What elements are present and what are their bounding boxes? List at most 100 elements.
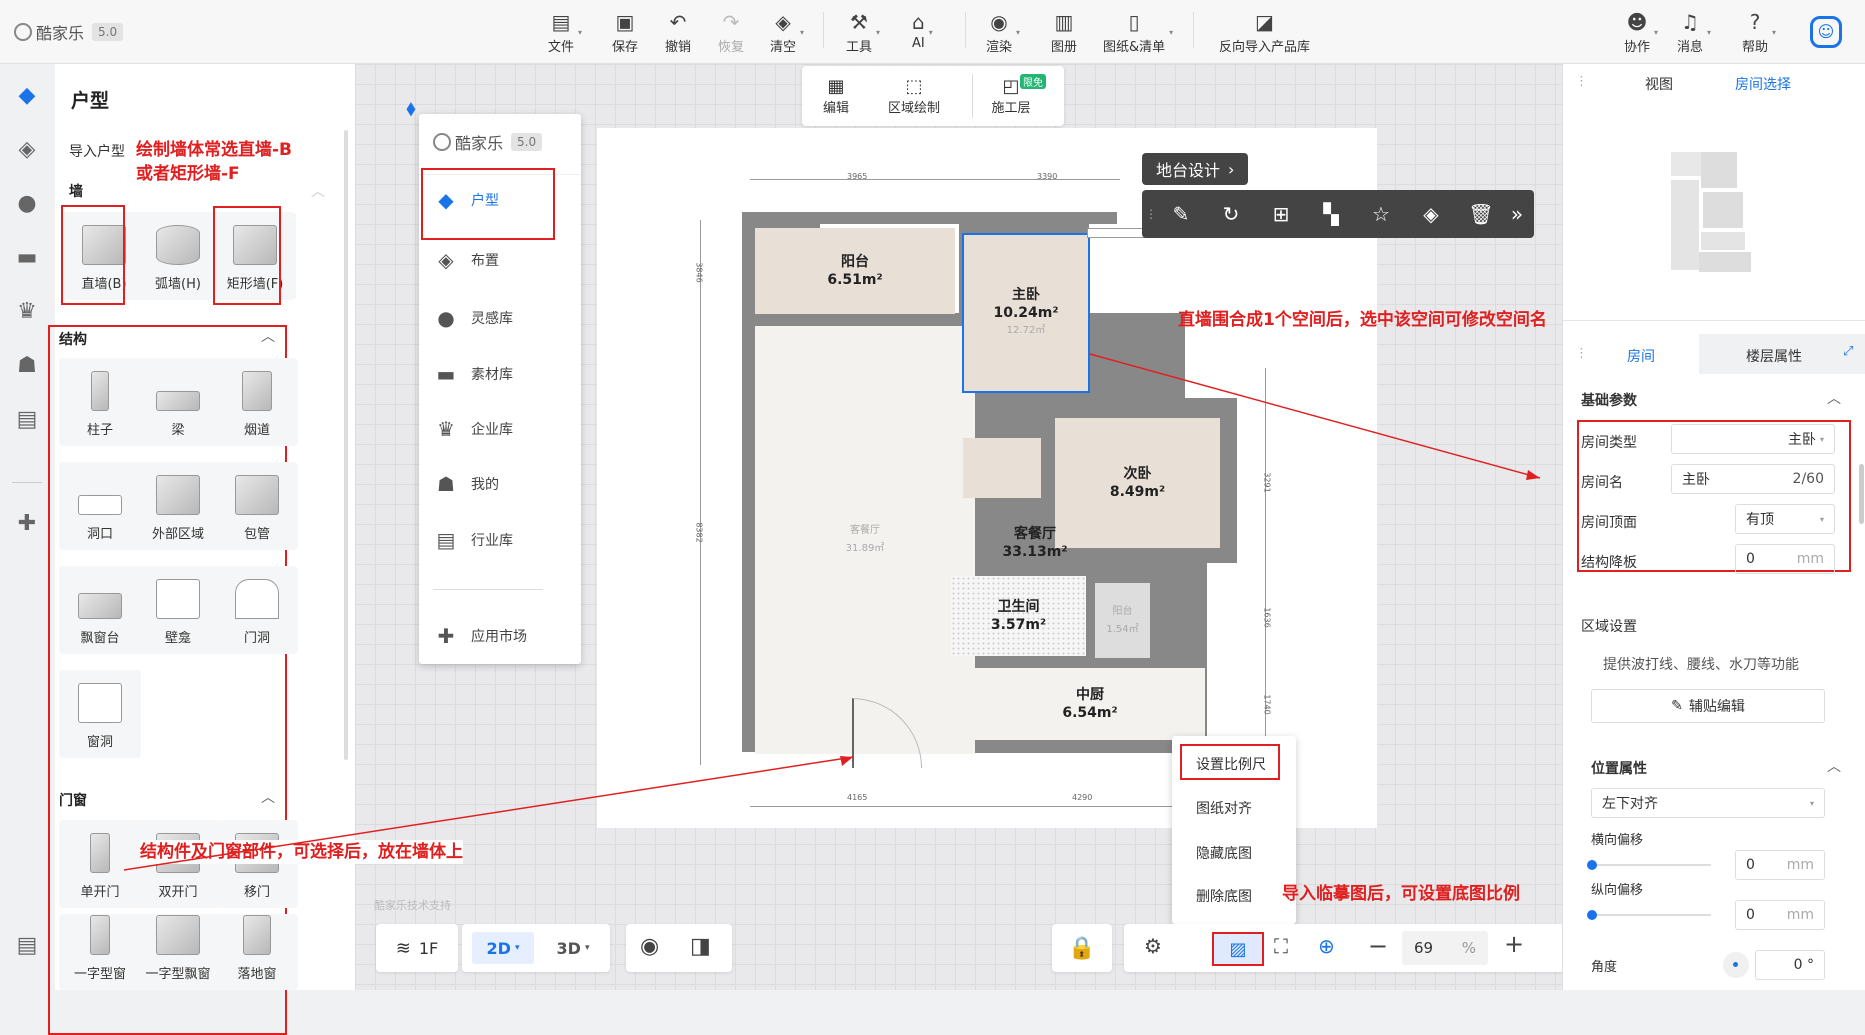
render-button[interactable]: ◉ 渲染 ▾ — [986, 8, 1020, 58]
single-window-card[interactable]: 一字型窗 — [59, 914, 141, 990]
room-balcony[interactable]: 阳台 6.51m² — [755, 228, 955, 314]
room-closet[interactable] — [963, 438, 1041, 498]
ai-button[interactable]: ⌂ AI ▾ — [912, 8, 933, 58]
delete-basemap-item[interactable]: 删除底图 — [1196, 886, 1252, 906]
popup-item-inspiration[interactable]: ● 灵感库 — [431, 298, 571, 338]
industry-rail-icon[interactable]: ▤ — [10, 402, 44, 436]
window-opening-card[interactable]: 窗洞 — [59, 670, 141, 758]
zoom-in-button[interactable]: + — [1504, 930, 1524, 958]
v-offset-input[interactable]: 0 mm — [1735, 900, 1825, 930]
undo-button[interactable]: ↶ 撤销 — [665, 8, 691, 58]
room-type-select[interactable]: 主卧 ▾ — [1671, 424, 1835, 454]
niche-card[interactable]: 壁龛 — [137, 566, 219, 654]
trash-icon[interactable]: 🗑 — [1466, 200, 1496, 228]
file-button[interactable]: ▤ 文件 ▾ — [548, 8, 582, 58]
tab-room-select[interactable]: 房间选择 — [1735, 74, 1791, 94]
chevron-up-icon[interactable]: ︿ — [311, 181, 325, 201]
hide-basemap-item[interactable]: 隐藏底图 — [1196, 843, 1252, 863]
collapse-rail-icon[interactable]: ▤ — [10, 928, 44, 962]
h-offset-input[interactable]: 0 mm — [1735, 850, 1825, 880]
chevron-up-icon[interactable]: ︿ — [1827, 756, 1841, 776]
chevron-up-icon[interactable]: ︿ — [261, 326, 275, 346]
popup-item-industry[interactable]: ▤ 行业库 — [431, 520, 571, 560]
arc-wall-card[interactable]: 弧墙(H) — [137, 212, 219, 300]
mine-rail-icon[interactable]: ☗ — [10, 348, 44, 382]
zoom-input[interactable]: 69% — [1402, 931, 1488, 965]
room-name-input[interactable]: 主卧 2/60 — [1671, 464, 1835, 494]
lock-icon[interactable]: 🔒 — [1052, 924, 1112, 972]
help-button[interactable]: ? 帮助 ▾ — [1742, 8, 1776, 58]
expand-icon[interactable]: ⤢ — [1843, 344, 1853, 359]
drawing-list-button[interactable]: ▯ 图纸&清单 ▾ — [1103, 8, 1173, 58]
shield-icon[interactable]: ☺ — [1810, 16, 1842, 48]
more-icon[interactable]: » — [1507, 200, 1527, 228]
platform-design-button[interactable]: 地台设计 › — [1142, 153, 1249, 185]
popup-item-material[interactable]: ▬ 素材库 — [431, 354, 571, 394]
align-drawing-item[interactable]: 图纸对齐 — [1196, 798, 1252, 818]
tools-button[interactable]: ⚒ 工具 ▾ — [846, 8, 880, 58]
star-icon[interactable]: ☆ — [1366, 200, 1396, 228]
collab-button[interactable]: ☻ 协作 ▾ — [1624, 8, 1658, 58]
import-floorplan-link[interactable]: 导入户型 — [69, 141, 125, 161]
inspiration-rail-icon[interactable]: ● — [10, 186, 44, 220]
bay-window-sill-card[interactable]: 飘窗台 — [59, 566, 141, 654]
door-opening-card[interactable]: 门洞 — [216, 566, 298, 654]
rotate-icon[interactable]: ↻ — [1216, 200, 1246, 228]
room-bathroom[interactable]: 卫生间 3.57m² — [951, 576, 1086, 656]
messages-button[interactable]: ♫ 消息 ▾ — [1677, 8, 1711, 58]
snap-settings-icon[interactable]: ⚙ — [1144, 934, 1162, 958]
floorplan-rail-icon[interactable]: ◆ — [10, 78, 44, 112]
pipe-card[interactable]: 包管 — [216, 462, 298, 550]
pencil-icon[interactable]: ✎ — [1166, 200, 1196, 228]
column-card[interactable]: 柱子 — [59, 358, 141, 446]
popup-item-mine[interactable]: ☗ 我的 — [431, 464, 571, 504]
room-kitchen[interactable]: 中厨 6.54m² — [975, 668, 1205, 740]
zoom-area-icon[interactable]: ⊕ — [1318, 934, 1335, 958]
paste-edit-button[interactable]: ✎ 辅贴编辑 — [1591, 689, 1825, 723]
mode-2d-button[interactable]: 2D ▾ — [472, 932, 534, 964]
album-button[interactable]: ▥ 图册 — [1051, 8, 1077, 58]
basemap-image-icon[interactable]: ▨ — [1212, 932, 1264, 966]
chevron-up-icon[interactable]: ︿ — [1827, 388, 1841, 408]
layout-rail-icon[interactable]: ◈ — [10, 132, 44, 166]
align-select[interactable]: 左下对齐 ▾ — [1591, 788, 1825, 818]
outer-area-card[interactable]: 外部区域 — [137, 462, 219, 550]
tab-view[interactable]: 视图 — [1645, 74, 1673, 94]
v-offset-slider[interactable] — [1587, 910, 1711, 920]
cube-icon[interactable]: ◨ — [690, 934, 711, 959]
eraser-icon[interactable]: ◈ — [1416, 200, 1446, 228]
mode-3d-button[interactable]: 3D ▾ — [542, 932, 604, 964]
french-window-card[interactable]: 落地窗 — [216, 914, 298, 990]
clear-button[interactable]: ◈ 清空 ▾ — [770, 8, 804, 58]
structure-drop-input[interactable]: 0 mm — [1735, 544, 1835, 574]
panel-scrollbar[interactable] — [344, 130, 348, 760]
room-small-balcony[interactable]: 阳台 1.54㎡ — [1095, 583, 1150, 658]
set-scale-item[interactable]: 设置比例尺 — [1196, 754, 1266, 774]
angle-input[interactable]: 0 ° — [1755, 950, 1825, 980]
room-living[interactable]: 客餐厅 31.89㎡ — [755, 326, 975, 754]
enterprise-rail-icon[interactable]: ♛ — [10, 294, 44, 328]
bay-window-card[interactable]: 一字型飘窗 — [137, 914, 219, 990]
angle-dial[interactable] — [1723, 952, 1749, 978]
layer-button[interactable]: ≋ 1F — [376, 924, 458, 972]
area-draw-button[interactable]: ⬚ 区域绘制 — [884, 76, 944, 116]
beam-card[interactable]: 梁 — [137, 358, 219, 446]
fit-view-icon[interactable]: ⛶ — [1274, 934, 1288, 958]
ceiling-select[interactable]: 有顶 ▾ — [1735, 504, 1835, 534]
room-master-bedroom[interactable]: 主卧 10.24m² 12.72㎡ — [962, 233, 1090, 393]
drag-handle-icon[interactable]: ⋮ — [1575, 346, 1588, 361]
floorplan-minimap[interactable] — [1671, 152, 1751, 272]
popup-item-layout[interactable]: ◈ 布置 — [431, 240, 571, 280]
group-icon[interactable]: ▚ — [1316, 200, 1346, 228]
h-offset-slider[interactable] — [1587, 860, 1711, 870]
popup-item-app-market[interactable]: ✚ 应用市场 — [431, 616, 571, 656]
popup-item-enterprise[interactable]: ♛ 企业库 — [431, 409, 571, 449]
drag-handle-icon[interactable]: ⋮ — [1144, 200, 1158, 228]
tab-floor-props[interactable]: 楼层属性 — [1746, 346, 1802, 366]
drag-handle-icon[interactable]: ⋮ — [1575, 74, 1588, 89]
tab-room[interactable]: 房间 — [1627, 346, 1655, 366]
save-button[interactable]: ▣ 保存 — [612, 8, 638, 58]
redo-button[interactable]: ↷ 恢复 — [718, 8, 744, 58]
app-market-rail-icon[interactable]: ✚ — [10, 506, 44, 540]
reverse-import-button[interactable]: ◪ 反向导入产品库 — [1219, 8, 1310, 58]
